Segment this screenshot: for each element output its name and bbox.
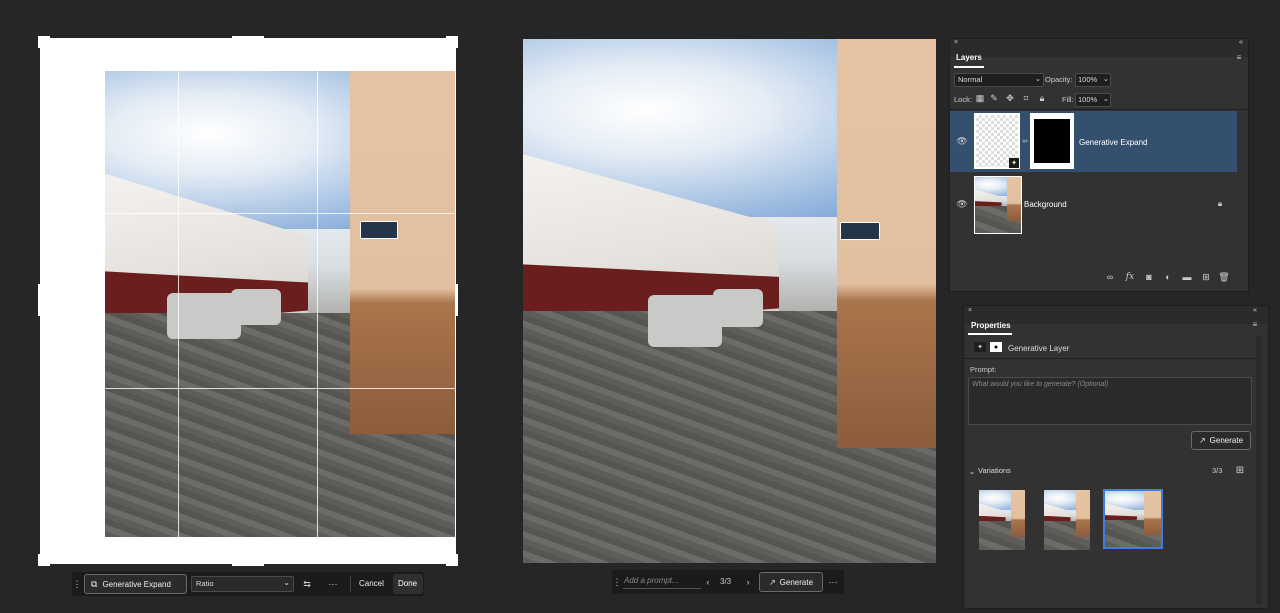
generative-expand-icon: ⧉	[91, 578, 98, 589]
lock-icon: 🔒︎	[1217, 199, 1223, 208]
visibility-eye-icon[interactable]: 👁︎	[956, 135, 968, 147]
generative-layer-icon: ✦	[974, 342, 986, 352]
close-icon[interactable]: ×	[966, 306, 974, 314]
generate-icon: ↗	[1198, 436, 1206, 445]
crop-handle-left[interactable]	[38, 284, 41, 316]
prompt-textarea[interactable]: What would you like to generate? (Option…	[968, 377, 1252, 425]
layer-mask-thumbnail[interactable]	[1030, 113, 1074, 169]
lock-all-icon[interactable]: 🔒︎	[1037, 93, 1047, 104]
add-mask-icon[interactable]: ◙	[1143, 271, 1155, 283]
generate-icon: ↗	[768, 577, 776, 587]
done-button[interactable]: Done	[393, 574, 423, 594]
drag-handle-icon[interactable]: ⋮	[73, 576, 82, 592]
close-icon[interactable]: ×	[952, 38, 960, 46]
panel-menu-icon[interactable]: ≡	[1250, 319, 1260, 329]
layer-name: Background	[1024, 200, 1067, 209]
layer-row[interactable]: 👁︎ Background 🔒︎	[950, 174, 1237, 234]
scrollbar[interactable]	[1256, 336, 1262, 604]
new-layer-icon[interactable]: ⊞	[1200, 271, 1212, 283]
chevron-down-icon: ⌄	[1102, 94, 1109, 103]
generative-expand-button[interactable]: ⧉ Generative Expand	[84, 574, 187, 594]
previous-variation-icon[interactable]: ‹	[702, 574, 714, 590]
crop-handle-bottom[interactable]	[232, 563, 264, 566]
properties-generate-button[interactable]: ↗ Generate	[1191, 431, 1251, 450]
opacity-input[interactable]: 100% ⌄	[1075, 73, 1111, 87]
lock-transparent-pixels-icon[interactable]: ▦	[975, 93, 985, 104]
variations-header[interactable]: Variations	[978, 466, 1011, 475]
ratio-select[interactable]: Ratio ⌄	[191, 576, 294, 592]
collapse-icon[interactable]: «	[1251, 306, 1259, 314]
more-horizontal-icon[interactable]: ···	[825, 574, 841, 590]
grid-view-icon[interactable]: ⊞	[1234, 464, 1246, 476]
variation-counter: 3/3	[720, 577, 732, 586]
canvas-photo	[105, 71, 455, 537]
drag-handle-icon[interactable]: ⋮	[613, 574, 622, 590]
collapse-icon[interactable]: «	[1237, 38, 1245, 46]
crop-contextual-toolbar: ⋮ ⧉ Generative Expand Ratio ⌄ ⇆ ··· Canc…	[72, 572, 424, 596]
crop-handle-right[interactable]	[455, 284, 458, 316]
result-canvas[interactable]	[523, 39, 936, 563]
group-folder-icon[interactable]: ▬	[1181, 271, 1193, 283]
layer-thumbnail	[974, 176, 1022, 234]
visibility-eye-icon[interactable]: 👁︎	[956, 198, 968, 210]
fx-icon[interactable]: fx	[1124, 271, 1136, 283]
adjustment-layer-icon[interactable]: ◐	[1162, 271, 1174, 283]
crop-canvas[interactable]	[38, 36, 458, 566]
tab-properties[interactable]: Properties	[971, 321, 1011, 330]
layer-row[interactable]: 👁︎ ✦ ∞ Generative Expand	[950, 111, 1237, 172]
chevron-down-icon: ⌄	[1034, 74, 1041, 83]
generative-badge-icon: ✦	[1009, 158, 1019, 168]
fill-input[interactable]: 100% ⌄	[1075, 93, 1111, 107]
chevron-down-icon: ⌄	[1102, 74, 1109, 83]
blend-mode-select[interactable]: Normal ⌄	[954, 73, 1044, 87]
more-horizontal-icon[interactable]: ···	[325, 576, 341, 592]
properties-panel: × « Properties ≡ ✦ ● Generative Layer Pr…	[963, 305, 1269, 609]
prompt-input[interactable]: Add a prompt...	[623, 574, 701, 589]
chevron-down-icon: ⌄	[283, 578, 290, 587]
layers-panel: × « Layers ≡ Normal ⌄ Opacity: 100% ⌄ Lo…	[949, 38, 1249, 292]
layer-thumbnail: ✦	[974, 113, 1020, 169]
variation-thumbnail[interactable]	[1044, 490, 1090, 550]
variation-thumbnail-selected[interactable]	[1103, 489, 1163, 549]
lock-position-icon[interactable]: ✥	[1005, 93, 1015, 104]
prompt-contextual-toolbar: ⋮ Add a prompt... ‹ 3/3 › ↗ Generate ···	[612, 570, 844, 594]
link-icon[interactable]: ∞	[1021, 136, 1029, 146]
variation-thumbnail[interactable]	[979, 490, 1025, 550]
crop-handle-top[interactable]	[232, 36, 264, 39]
swap-orientation-icon[interactable]: ⇆	[299, 576, 315, 592]
generate-button[interactable]: ↗ Generate	[759, 572, 823, 592]
lock-image-pixels-icon[interactable]: ✎	[989, 93, 999, 104]
trash-icon[interactable]: 🗑︎	[1218, 271, 1230, 283]
chevron-down-icon[interactable]: ⌄	[968, 466, 976, 476]
cancel-button[interactable]: Cancel	[359, 579, 384, 588]
panel-menu-icon[interactable]: ≡	[1234, 52, 1244, 62]
link-layers-icon[interactable]: ∞	[1104, 271, 1116, 283]
next-variation-icon[interactable]: ›	[742, 574, 754, 590]
layer-name: Generative Expand	[1079, 138, 1148, 147]
tab-layers[interactable]: Layers	[956, 53, 982, 62]
mask-icon: ●	[990, 342, 1002, 352]
lock-artboard-icon[interactable]: ⌗	[1021, 93, 1031, 104]
